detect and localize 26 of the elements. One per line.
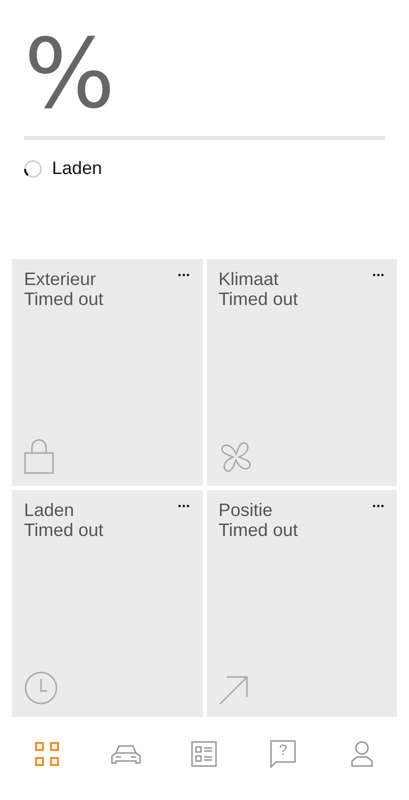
arrow-icon — [218, 675, 248, 705]
more-button[interactable]: ••• — [372, 269, 385, 281]
more-button[interactable]: ••• — [372, 500, 385, 512]
more-button[interactable]: ••• — [178, 500, 190, 512]
tile-title: Laden — [24, 500, 76, 520]
dashboard-icon[interactable] — [34, 740, 60, 766]
status-tile[interactable]: Exterieur Timed out ••• — [12, 259, 202, 486]
lock-icon — [24, 438, 54, 474]
tile-status: Timed out — [218, 289, 298, 309]
tile-title: Exterieur — [24, 269, 98, 289]
tile-title: Klimaat — [218, 269, 280, 289]
profile-icon[interactable] — [350, 740, 373, 766]
list-icon[interactable] — [191, 740, 218, 766]
more-button[interactable]: ••• — [178, 269, 190, 281]
tile-title: Positie — [218, 500, 274, 520]
status-tile[interactable]: Positie Timed out ••• — [206, 490, 397, 717]
tile-status: Timed out — [218, 520, 298, 540]
charge-status: Laden — [52, 158, 102, 179]
tile-status: Timed out — [24, 520, 104, 540]
fan-icon — [218, 440, 252, 474]
status-tile[interactable]: Klimaat Timed out ••• — [206, 259, 397, 486]
status-tile[interactable]: Laden Timed out ••• — [12, 490, 202, 717]
clock-icon — [24, 671, 58, 705]
spinner-icon — [24, 160, 42, 178]
charge-percent: % — [24, 22, 116, 126]
tile-status: Timed out — [24, 289, 104, 309]
